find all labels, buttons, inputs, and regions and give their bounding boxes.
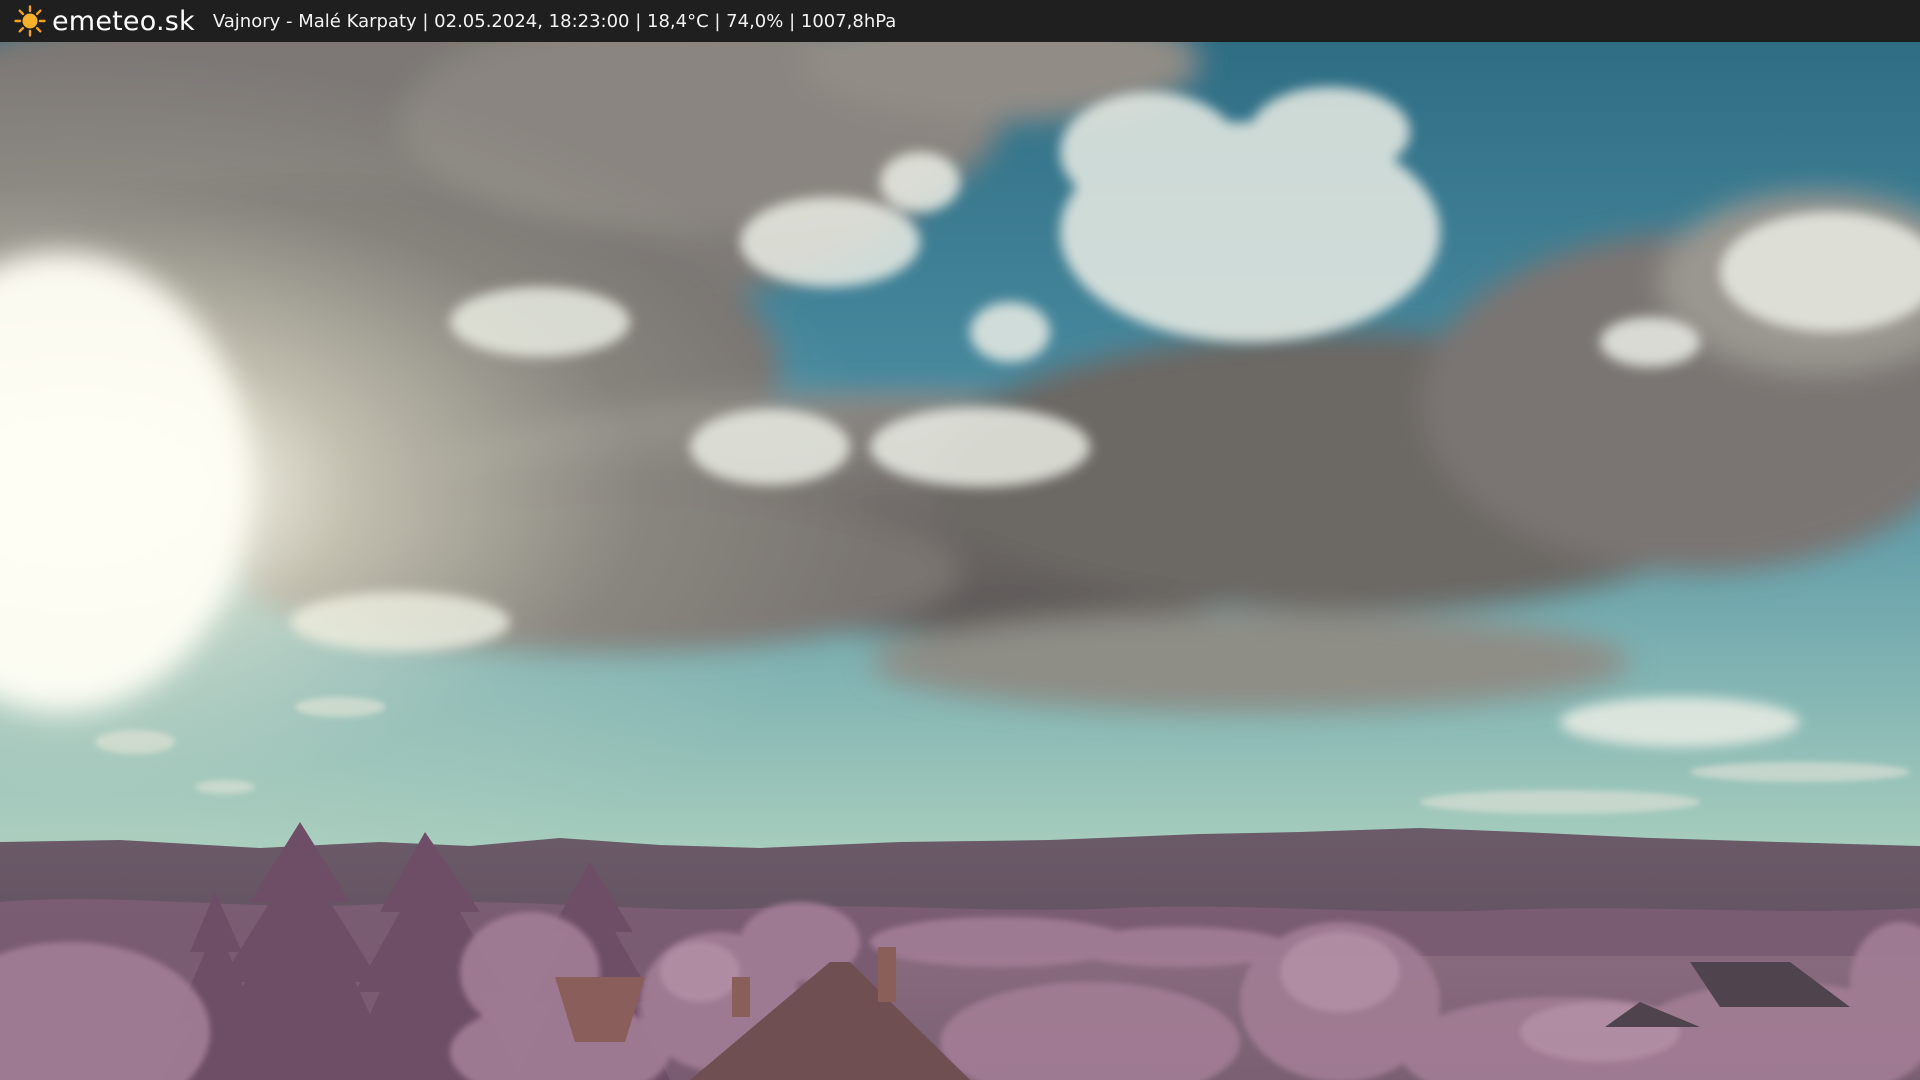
top-bar: emeteo.sk Vajnory - Malé Karpaty | 02.05… — [0, 0, 1920, 42]
sun-icon — [14, 5, 46, 37]
webcam-image — [0, 42, 1920, 1080]
station-info: Vajnory - Malé Karpaty | 02.05.2024, 18:… — [212, 10, 897, 32]
logo[interactable]: emeteo.sk — [14, 5, 195, 37]
brand-name: emeteo.sk — [52, 5, 195, 37]
